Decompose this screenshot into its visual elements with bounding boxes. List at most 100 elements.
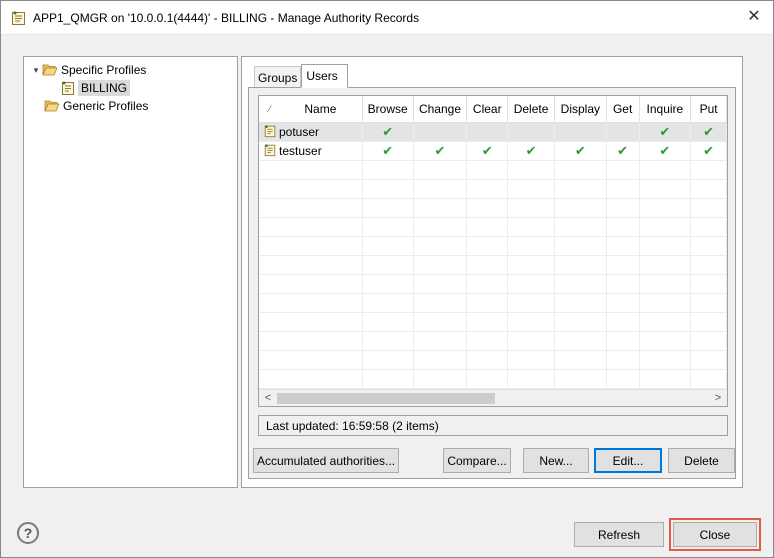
scroll-right-icon[interactable]: > <box>710 391 726 406</box>
empty-cell <box>554 293 607 313</box>
sort-indicator-icon[interactable]: ⁄ <box>269 104 271 114</box>
authority-cell[interactable] <box>606 122 640 142</box>
authority-cell[interactable]: ✔ <box>507 141 555 161</box>
empty-cell <box>507 331 555 351</box>
empty-cell <box>690 236 727 256</box>
empty-cell <box>606 369 640 389</box>
empty-cell <box>413 312 468 332</box>
column-header-clear[interactable]: Clear <box>466 96 509 123</box>
delete-button[interactable]: Delete <box>668 448 735 473</box>
empty-cell <box>466 274 509 294</box>
empty-cell <box>639 274 692 294</box>
empty-cell <box>259 293 363 313</box>
column-header-change[interactable]: Change <box>413 96 468 123</box>
tree-item-billing[interactable]: BILLING <box>60 79 131 97</box>
empty-cell <box>554 255 607 275</box>
empty-table-row <box>259 236 727 256</box>
authority-cell[interactable]: ✔ <box>362 141 414 161</box>
empty-cell <box>690 198 727 218</box>
authority-cell[interactable]: ✔ <box>639 141 692 161</box>
table-header-row: Name Browse Change Clear Delete Display … <box>259 96 727 123</box>
user-name-cell[interactable]: testuser <box>259 141 363 161</box>
empty-cell <box>639 236 692 256</box>
empty-cell <box>606 274 640 294</box>
new-button[interactable]: New... <box>523 448 589 473</box>
edit-button[interactable]: Edit... <box>594 448 662 473</box>
tree-item-specific-profiles[interactable]: ▾ Specific Profiles <box>30 61 147 79</box>
empty-table-row <box>259 255 727 275</box>
empty-cell <box>507 198 555 218</box>
empty-cell <box>362 198 414 218</box>
authority-grid: Name Browse Change Clear Delete Display … <box>259 96 727 389</box>
empty-table-row <box>259 217 727 237</box>
authority-cell[interactable]: ✔ <box>690 141 727 161</box>
empty-table-row <box>259 331 727 351</box>
authority-cell[interactable]: ✔ <box>690 122 727 142</box>
horizontal-scrollbar[interactable]: < > <box>259 389 727 406</box>
authority-table: ⁄ Name Browse Change Clear Delete Displa… <box>258 95 728 407</box>
user-name-cell[interactable]: potuser <box>259 122 363 142</box>
tab-users[interactable]: Users <box>301 64 348 88</box>
table-row[interactable]: testuser ✔ ✔ ✔ ✔ ✔ ✔ ✔ ✔ <box>259 141 727 161</box>
user-record-icon <box>264 125 276 138</box>
tree-item-generic-profiles[interactable]: Generic Profiles <box>44 97 148 115</box>
window-close-icon[interactable]: ✕ <box>745 8 763 26</box>
column-header-browse[interactable]: Browse <box>362 96 414 123</box>
scroll-left-icon[interactable]: < <box>260 391 276 406</box>
authority-cell[interactable] <box>554 122 607 142</box>
tab-groups[interactable]: Groups <box>254 66 302 88</box>
empty-cell <box>362 293 414 313</box>
authority-cell[interactable]: ✔ <box>639 122 692 142</box>
scrollbar-thumb[interactable] <box>277 393 495 404</box>
table-row[interactable]: potuser ✔ ✔ ✔ <box>259 122 727 142</box>
checkmark-icon: ✔ <box>659 142 671 158</box>
user-name: potuser <box>279 125 320 139</box>
compare-button[interactable]: Compare... <box>443 448 511 473</box>
empty-cell <box>466 312 509 332</box>
empty-cell <box>413 198 468 218</box>
empty-cell <box>690 369 727 389</box>
empty-cell <box>690 255 727 275</box>
empty-cell <box>466 255 509 275</box>
empty-cell <box>606 217 640 237</box>
checkmark-icon: ✔ <box>617 142 629 158</box>
column-header-delete[interactable]: Delete <box>507 96 555 123</box>
authority-cell[interactable] <box>466 122 509 142</box>
refresh-button[interactable]: Refresh <box>574 522 664 547</box>
folder-open-icon <box>42 64 58 76</box>
column-header-get[interactable]: Get <box>606 96 640 123</box>
empty-cell <box>554 369 607 389</box>
chevron-down-icon[interactable]: ▾ <box>30 65 42 76</box>
empty-cell <box>259 236 363 256</box>
help-icon[interactable]: ? <box>17 522 39 544</box>
empty-cell <box>639 369 692 389</box>
authority-record-icon <box>12 11 25 25</box>
details-panel: Groups Users ⁄ Name Browse Change Clear … <box>241 56 743 488</box>
column-header-put[interactable]: Put <box>690 96 727 123</box>
empty-table-row <box>259 198 727 218</box>
checkmark-icon: ✔ <box>659 123 671 139</box>
authority-cell[interactable]: ✔ <box>466 141 509 161</box>
column-header-name[interactable]: Name <box>259 96 363 123</box>
authority-cell[interactable]: ✔ <box>554 141 607 161</box>
empty-cell <box>466 236 509 256</box>
authority-cell[interactable] <box>413 122 468 142</box>
empty-cell <box>362 331 414 351</box>
tree-item-label: Generic Profiles <box>63 99 149 113</box>
authority-cell[interactable]: ✔ <box>362 122 414 142</box>
column-header-display[interactable]: Display <box>554 96 607 123</box>
authority-cell[interactable]: ✔ <box>606 141 640 161</box>
authority-cell[interactable]: ✔ <box>413 141 468 161</box>
accumulated-authorities-button[interactable]: Accumulated authorities... <box>253 448 399 473</box>
empty-cell <box>639 217 692 237</box>
title-bar: APP1_QMGR on '10.0.0.1(4444)' - BILLING … <box>1 1 773 35</box>
checkmark-icon: ✔ <box>382 142 394 158</box>
checkmark-icon: ✔ <box>703 123 715 139</box>
empty-cell <box>554 312 607 332</box>
empty-cell <box>554 331 607 351</box>
empty-cell <box>507 293 555 313</box>
empty-cell <box>554 350 607 370</box>
column-header-inquire[interactable]: Inquire <box>639 96 692 123</box>
authority-cell[interactable] <box>507 122 555 142</box>
close-button[interactable]: Close <box>673 522 757 547</box>
